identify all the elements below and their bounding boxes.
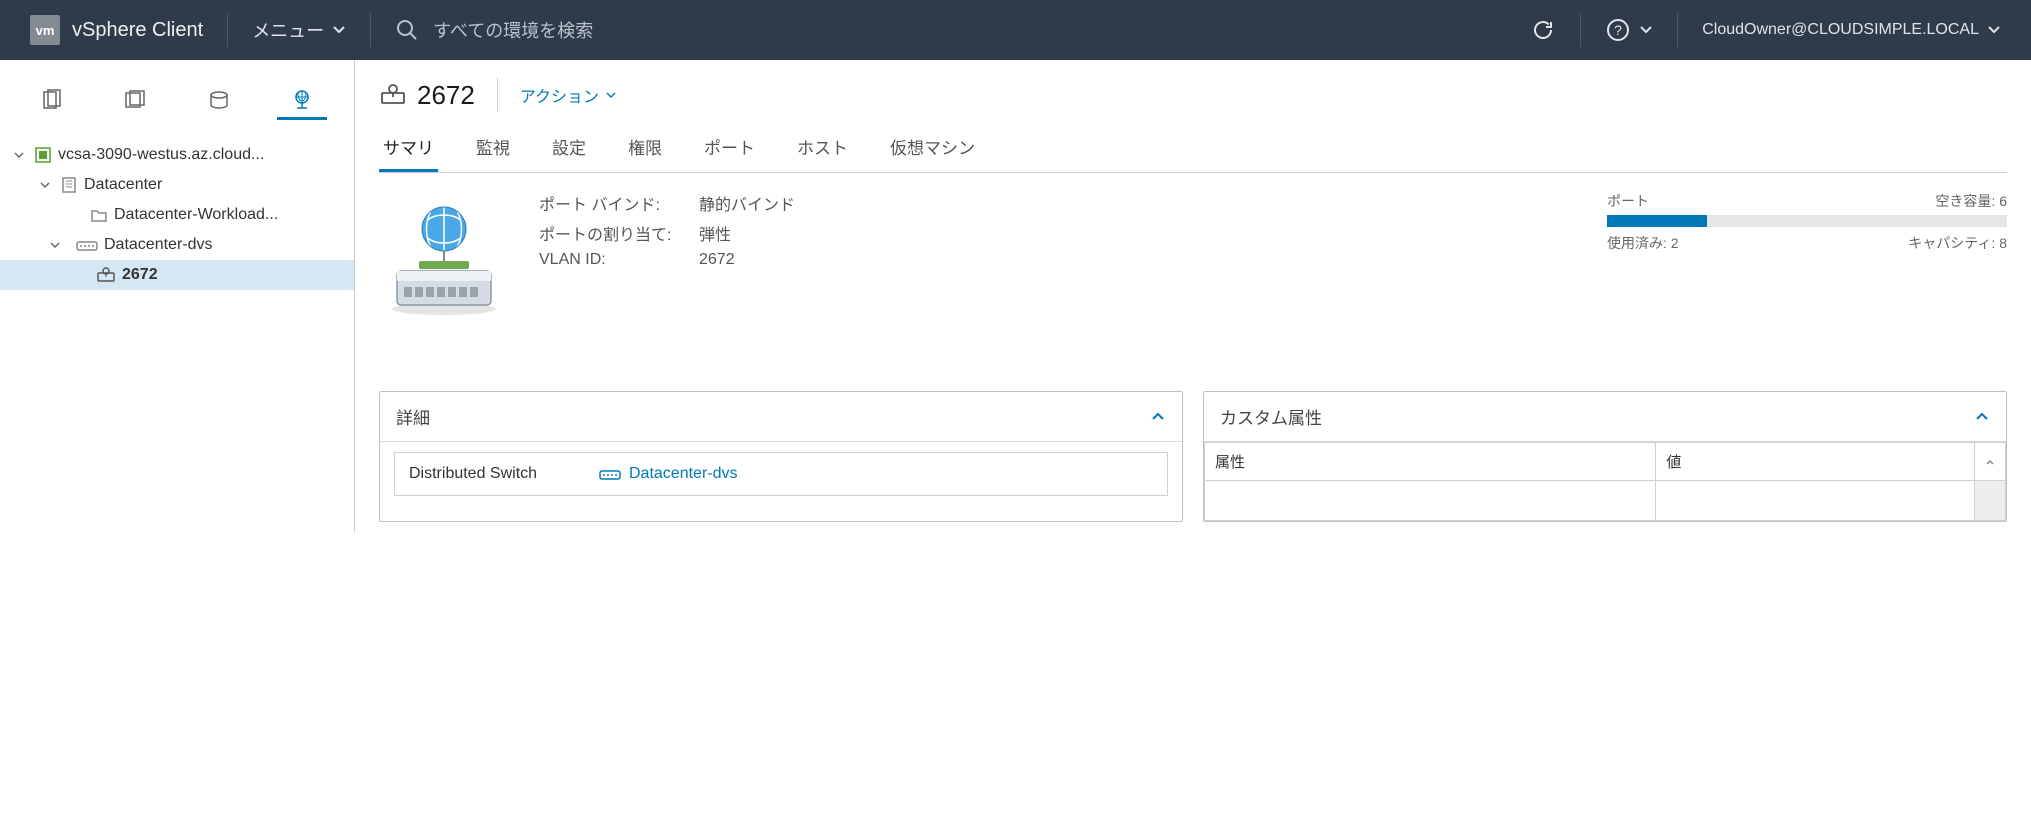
tree-label: 2672 bbox=[122, 266, 158, 284]
capacity-used: 使用済み: 2 bbox=[1607, 233, 1679, 253]
separator bbox=[1677, 13, 1678, 47]
network-tab-icon[interactable] bbox=[277, 80, 327, 120]
capacity-fill bbox=[1607, 215, 1707, 227]
column-attribute[interactable]: 属性 bbox=[1205, 443, 1656, 481]
chevron-down-icon bbox=[1987, 23, 2001, 37]
object-header: 2672 アクション bbox=[379, 78, 2007, 112]
tree-node-portgroup[interactable]: 2672 bbox=[0, 260, 354, 290]
search-input[interactable]: すべての環境を検索 bbox=[395, 17, 593, 43]
collapse-icon[interactable] bbox=[1150, 409, 1166, 425]
expand-icon[interactable] bbox=[14, 150, 28, 160]
dvs-link[interactable]: Datacenter-dvs bbox=[629, 465, 738, 483]
logo: vm bbox=[30, 15, 60, 45]
tab-monitor[interactable]: 監視 bbox=[472, 126, 514, 172]
tab-permissions[interactable]: 権限 bbox=[624, 126, 666, 172]
search-placeholder: すべての環境を検索 bbox=[433, 17, 593, 43]
inventory-tree: vcsa-3090-westus.az.cloud... Datacenter … bbox=[0, 140, 354, 290]
port-binding-label: ポート バインド: bbox=[539, 191, 699, 215]
tab-ports[interactable]: ポート bbox=[700, 126, 759, 172]
tab-vms[interactable]: 仮想マシン bbox=[886, 126, 979, 172]
capacity-block: ポート 空き容量: 6 使用済み: 2 キャパシティ: 8 bbox=[1607, 191, 2007, 321]
datacenter-icon bbox=[60, 176, 78, 194]
panels-row: 詳細 Distributed Switch Dat bbox=[379, 391, 2007, 522]
inventory-tab-bar bbox=[0, 80, 354, 120]
portgroup-icon bbox=[379, 83, 407, 107]
top-bar: vm vSphere Client メニュー すべての環境を検索 ? Cloud… bbox=[0, 0, 2031, 60]
portgroup-icon bbox=[96, 267, 116, 283]
tree-node-folder[interactable]: Datacenter-Workload... bbox=[0, 200, 354, 230]
search-icon bbox=[395, 18, 419, 42]
help-dropdown[interactable]: ? bbox=[1605, 17, 1653, 43]
port-alloc-value: 弾性 bbox=[699, 221, 731, 245]
summary-section: ポート バインド:静的バインド ポートの割り当て:弾性 VLAN ID:2672… bbox=[379, 191, 2007, 321]
capacity-title: ポート bbox=[1607, 191, 1649, 211]
dvswitch-icon bbox=[76, 238, 98, 252]
capacity-total: キャパシティ: 8 bbox=[1908, 233, 2007, 253]
folder-icon bbox=[90, 206, 108, 224]
vlan-value: 2672 bbox=[699, 251, 735, 269]
custom-attr-title: カスタム属性 bbox=[1220, 404, 1322, 429]
separator bbox=[497, 78, 498, 112]
distributed-switch-label: Distributed Switch bbox=[409, 465, 599, 483]
vms-tab-icon[interactable] bbox=[110, 80, 160, 120]
scroll-indicator bbox=[1975, 443, 2006, 481]
content-tabs: サマリ 監視 設定 権限 ポート ホスト 仮想マシン bbox=[379, 126, 2007, 173]
details-title: 詳細 bbox=[396, 404, 430, 429]
dvswitch-icon bbox=[599, 467, 621, 481]
expand-icon[interactable] bbox=[50, 240, 64, 250]
custom-attributes-table: 属性 値 bbox=[1204, 442, 2006, 521]
vlan-label: VLAN ID: bbox=[539, 251, 699, 269]
app-title: vSphere Client bbox=[72, 19, 203, 42]
portgroup-image bbox=[379, 191, 509, 321]
actions-label: アクション bbox=[520, 83, 599, 107]
svg-text:?: ? bbox=[1614, 22, 1622, 38]
user-menu[interactable]: CloudOwner@CLOUDSIMPLE.LOCAL bbox=[1702, 21, 2001, 39]
capacity-free: 空き容量: 6 bbox=[1935, 191, 2007, 211]
tree-node-dvs[interactable]: Datacenter-dvs bbox=[0, 230, 354, 260]
tree-label: vcsa-3090-westus.az.cloud... bbox=[58, 146, 264, 164]
refresh-button[interactable] bbox=[1530, 17, 1556, 43]
vcenter-icon bbox=[34, 146, 52, 164]
tab-configure[interactable]: 設定 bbox=[548, 126, 590, 172]
hosts-tab-icon[interactable] bbox=[27, 80, 77, 120]
table-row[interactable] bbox=[1205, 481, 2006, 521]
object-title: 2672 bbox=[417, 80, 475, 111]
actions-dropdown[interactable]: アクション bbox=[520, 83, 617, 107]
tree-label: Datacenter-Workload... bbox=[114, 206, 278, 224]
port-alloc-label: ポートの割り当て: bbox=[539, 221, 699, 245]
tree-node-vcenter[interactable]: vcsa-3090-westus.az.cloud... bbox=[0, 140, 354, 170]
port-binding-value: 静的バインド bbox=[699, 191, 795, 215]
menu-label: メニュー bbox=[252, 17, 324, 43]
chevron-down-icon bbox=[1639, 23, 1653, 37]
chevron-down-icon bbox=[605, 89, 617, 101]
tab-summary[interactable]: サマリ bbox=[379, 126, 438, 172]
separator bbox=[1580, 13, 1581, 47]
collapse-icon[interactable] bbox=[1974, 409, 1990, 425]
chevron-down-icon bbox=[332, 23, 346, 37]
properties-block: ポート バインド:静的バインド ポートの割り当て:弾性 VLAN ID:2672 bbox=[539, 191, 795, 321]
tree-label: Datacenter-dvs bbox=[104, 236, 213, 254]
column-value[interactable]: 値 bbox=[1656, 443, 1975, 481]
tab-hosts[interactable]: ホスト bbox=[793, 126, 852, 172]
separator bbox=[370, 13, 371, 47]
separator bbox=[227, 13, 228, 47]
main-content: 2672 アクション サマリ 監視 設定 権限 ポート ホスト 仮想マシン bbox=[355, 60, 2031, 532]
tree-label: Datacenter bbox=[84, 176, 162, 194]
menu-dropdown[interactable]: メニュー bbox=[252, 17, 346, 43]
expand-icon[interactable] bbox=[40, 180, 54, 190]
inventory-sidebar: vcsa-3090-westus.az.cloud... Datacenter … bbox=[0, 60, 355, 532]
capacity-bar bbox=[1607, 215, 2007, 227]
storage-tab-icon[interactable] bbox=[194, 80, 244, 120]
tree-node-datacenter[interactable]: Datacenter bbox=[0, 170, 354, 200]
user-label: CloudOwner@CLOUDSIMPLE.LOCAL bbox=[1702, 21, 1979, 39]
custom-attributes-panel: カスタム属性 属性 値 bbox=[1203, 391, 2007, 522]
details-panel: 詳細 Distributed Switch Dat bbox=[379, 391, 1183, 522]
